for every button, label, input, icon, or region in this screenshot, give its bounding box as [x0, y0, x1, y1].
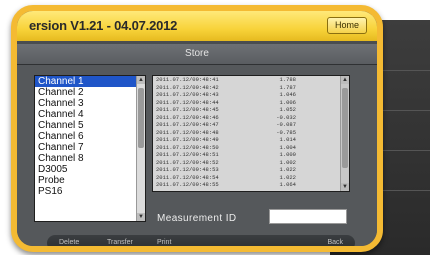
channel-list[interactable]: Channel 1 Channel 2 Channel 3 Channel 4 … — [34, 75, 146, 222]
data-value: 1.064 — [279, 181, 296, 188]
store-content: Channel 1 Channel 2 Channel 3 Channel 4 … — [17, 65, 377, 246]
data-row[interactable]: 2011.07.12/09:48:46 -0.032 — [153, 114, 349, 122]
data-row[interactable]: 2011.07.12/09:48:41 1.788 — [153, 76, 349, 84]
data-value: 1.006 — [279, 98, 296, 106]
data-value: 1.004 — [279, 143, 296, 151]
data-timestamp: 2011.07.12/09:48:50 — [156, 143, 219, 151]
channel-item[interactable]: D3005 — [35, 164, 145, 175]
scroll-thumb[interactable] — [342, 88, 348, 168]
data-value: 1.002 — [279, 158, 296, 166]
channel-item[interactable]: Probe — [35, 175, 145, 186]
data-timestamp: 2011.07.12/09:48:46 — [156, 113, 219, 121]
scroll-down-arrow-icon[interactable]: ▼ — [137, 213, 145, 221]
scroll-down-arrow-icon[interactable]: ▼ — [341, 183, 349, 191]
data-timestamp: 2011.07.12/09:48:49 — [156, 136, 219, 143]
channel-item[interactable]: Channel 8 — [35, 153, 145, 164]
measurement-id-input[interactable] — [269, 209, 347, 224]
data-row[interactable]: 2011.07.12/09:48:54 1.022 — [153, 174, 349, 182]
channel-item[interactable]: Channel 5 — [35, 120, 145, 131]
data-timestamp: 2011.07.12/09:48:43 — [156, 91, 219, 98]
data-timestamp: 2011.07.12/09:48:48 — [156, 128, 219, 136]
transfer-button[interactable]: Transfer — [107, 235, 133, 246]
data-value: 1.014 — [279, 136, 296, 143]
data-timestamp: 2011.07.12/09:48:55 — [156, 181, 219, 188]
data-row[interactable]: 2011.07.12/09:48:43 1.046 — [153, 91, 349, 99]
data-value: 1.788 — [279, 76, 296, 83]
back-button[interactable]: Back — [327, 235, 343, 246]
data-row[interactable]: 2011.07.12/09:48:49 1.014 — [153, 136, 349, 144]
data-timestamp: 2011.07.12/09:48:45 — [156, 106, 219, 113]
data-value: -0.087 — [276, 121, 296, 128]
data-row[interactable]: 2011.07.12/09:48:50 1.004 — [153, 144, 349, 152]
channel-scrollbar[interactable]: ▲ ▼ — [136, 76, 145, 221]
data-timestamp: 2011.07.12/09:48:54 — [156, 173, 219, 181]
data-value: -0.032 — [276, 113, 296, 121]
data-value: 1.787 — [279, 83, 296, 91]
data-row[interactable]: 2011.07.12/09:48:47 -0.087 — [153, 121, 349, 129]
data-row[interactable]: 2011.07.12/09:48:42 1.787 — [153, 84, 349, 92]
measurement-id-label: Measurement ID — [157, 213, 237, 224]
channel-item[interactable]: Channel 6 — [35, 131, 145, 142]
data-row[interactable]: 2011.07.12/09:48:51 1.000 — [153, 151, 349, 159]
store-header: Store — [17, 44, 377, 65]
data-scrollbar[interactable]: ▲ ▼ — [340, 76, 349, 191]
data-row[interactable]: 2011.07.12/09:48:52 1.002 — [153, 159, 349, 167]
data-row[interactable]: 2011.07.12/09:48:45 1.052 — [153, 106, 349, 114]
data-value: 1.000 — [279, 151, 296, 158]
delete-button[interactable]: Delete — [59, 235, 79, 246]
channel-item[interactable]: Channel 1 — [35, 76, 145, 87]
channel-item[interactable]: PS16 — [35, 186, 145, 197]
title-bar: ersion V1.21 - 04.07.2012 Home — [17, 11, 377, 41]
data-row[interactable]: 2011.07.12/09:48:55 1.064 — [153, 181, 349, 189]
data-timestamp: 2011.07.12/09:48:51 — [156, 151, 219, 158]
data-value: 1.022 — [279, 166, 296, 173]
print-button[interactable]: Print — [157, 235, 171, 246]
data-timestamp: 2011.07.12/09:48:52 — [156, 158, 219, 166]
data-timestamp: 2011.07.12/09:48:53 — [156, 166, 219, 173]
data-row[interactable]: 2011.07.12/09:48:44 1.006 — [153, 99, 349, 107]
data-value: 1.022 — [279, 173, 296, 181]
measurement-data-list[interactable]: 2011.07.12/09:48:41 1.788 2011.07.12/09:48… — [152, 75, 350, 192]
data-timestamp: 2011.07.12/09:48:41 — [156, 76, 219, 83]
data-rows: 2011.07.12/09:48:41 1.788 2011.07.12/09:48… — [153, 76, 349, 189]
channel-item[interactable]: Channel 2 — [35, 87, 145, 98]
version-label: ersion V1.21 - 04.07.2012 — [29, 18, 178, 33]
data-row[interactable]: 2011.07.12/09:48:48 -0.785 — [153, 129, 349, 137]
channel-item[interactable]: Channel 4 — [35, 109, 145, 120]
data-row[interactable]: 2011.07.12/09:48:53 1.022 — [153, 166, 349, 174]
data-timestamp: 2011.07.12/09:48:44 — [156, 98, 219, 106]
data-value: 1.052 — [279, 106, 296, 113]
device-window: ersion V1.21 - 04.07.2012 Home Store Cha… — [11, 5, 383, 252]
scroll-up-arrow-icon[interactable]: ▲ — [137, 76, 145, 84]
data-value: 1.046 — [279, 91, 296, 98]
data-value: -0.785 — [276, 128, 296, 136]
scroll-up-arrow-icon[interactable]: ▲ — [341, 76, 349, 84]
channel-item[interactable]: Channel 3 — [35, 98, 145, 109]
data-timestamp: 2011.07.12/09:48:42 — [156, 83, 219, 91]
bottom-toolbar: Delete Transfer Print Back — [47, 235, 355, 246]
home-button[interactable]: Home — [327, 17, 367, 34]
channel-item[interactable]: Channel 7 — [35, 142, 145, 153]
data-timestamp: 2011.07.12/09:48:47 — [156, 121, 219, 128]
scroll-thumb[interactable] — [138, 88, 144, 148]
